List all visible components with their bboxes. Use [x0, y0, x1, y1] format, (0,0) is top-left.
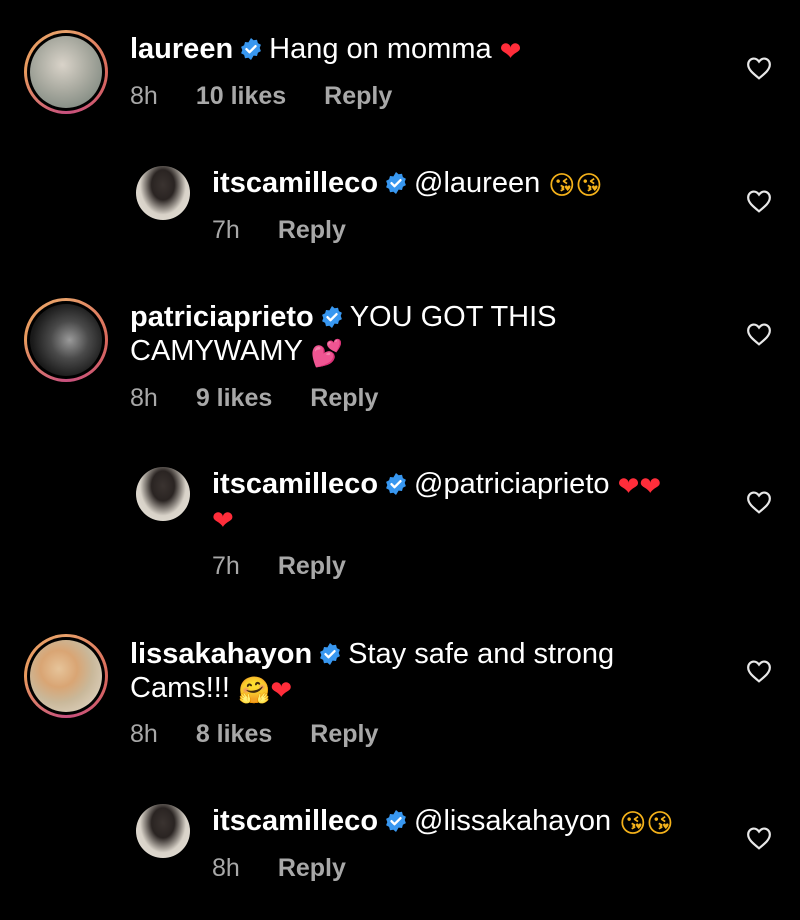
- kiss-emoji: 😘: [619, 809, 647, 839]
- comment-body: patriciaprieto YOU GOT THIS CAMYWAMY 💕: [130, 300, 600, 368]
- verified-badge-icon: [386, 473, 406, 495]
- username[interactable]: patriciaprieto: [130, 301, 314, 333]
- comment-body: itscamilleco @patriciaprieto ❤❤ ❤: [212, 467, 712, 535]
- reply-button[interactable]: Reply: [324, 82, 392, 111]
- comment-meta: 8h Reply: [212, 854, 384, 883]
- heart-outline-icon[interactable]: [746, 490, 772, 514]
- comment-body: itscamilleco @laureen 😘😘: [212, 166, 692, 200]
- comment-text: Hang on momma: [269, 33, 492, 65]
- two-hearts-emoji: 💕: [310, 339, 343, 369]
- comment-meta: 8h 8 likes Reply: [130, 720, 416, 749]
- heart-emoji: ❤: [639, 472, 662, 502]
- avatar[interactable]: [136, 467, 190, 521]
- comment-time: 7h: [212, 552, 240, 580]
- comment-time: 8h: [212, 854, 240, 882]
- hugging-face-emoji: 🤗: [237, 676, 271, 706]
- username[interactable]: laureen: [130, 33, 233, 65]
- username[interactable]: lissakahayon: [130, 638, 312, 670]
- reply-button[interactable]: Reply: [278, 854, 346, 883]
- comment-time: 7h: [212, 216, 240, 244]
- avatar: [30, 36, 102, 108]
- verified-badge-icon: [241, 38, 262, 60]
- heart-emoji: ❤: [499, 37, 522, 67]
- comment-time: 8h: [130, 384, 158, 412]
- heart-outline-icon[interactable]: [746, 189, 772, 213]
- verified-badge-icon: [321, 306, 342, 328]
- verified-badge-icon: [386, 810, 406, 832]
- comment-meta: 7h Reply: [212, 552, 384, 581]
- kiss-emoji: 😘: [548, 171, 576, 201]
- avatar[interactable]: [136, 804, 190, 858]
- verified-badge-icon: [320, 643, 341, 665]
- likes-count[interactable]: 10 likes: [196, 82, 286, 111]
- avatar: [30, 640, 102, 712]
- username[interactable]: itscamilleco: [212, 167, 378, 199]
- reply-button[interactable]: Reply: [278, 552, 346, 581]
- heart-outline-icon[interactable]: [746, 322, 772, 346]
- comment-body: lissakahayon Stay safe and strong Cams!!!…: [130, 637, 650, 705]
- kiss-emoji: 😘: [646, 809, 674, 839]
- avatar-story-ring[interactable]: [24, 298, 108, 382]
- comment-time: 8h: [130, 82, 158, 110]
- reply-button[interactable]: Reply: [278, 216, 346, 245]
- heart-emoji: ❤: [270, 676, 293, 706]
- reply-button[interactable]: Reply: [310, 384, 378, 413]
- kiss-emoji: 😘: [575, 171, 603, 201]
- heart-outline-icon[interactable]: [746, 659, 772, 683]
- heart-outline-icon[interactable]: [746, 826, 772, 850]
- comment-meta: 8h 9 likes Reply: [130, 384, 416, 413]
- mention-link[interactable]: @lissakahayon: [414, 805, 611, 837]
- comment-body: laureen Hang on momma ❤: [130, 32, 690, 66]
- verified-badge-icon: [386, 172, 406, 194]
- heart-emoji: ❤: [617, 472, 640, 502]
- mention-link[interactable]: @patriciaprieto: [414, 468, 609, 500]
- heart-outline-icon[interactable]: [746, 56, 772, 80]
- likes-count[interactable]: 8 likes: [196, 720, 272, 749]
- username[interactable]: itscamilleco: [212, 468, 378, 500]
- reply-button[interactable]: Reply: [310, 720, 378, 749]
- comment-body: itscamilleco @lissakahayon 😘😘: [212, 804, 712, 838]
- avatar-story-ring[interactable]: [24, 30, 108, 114]
- likes-count[interactable]: 9 likes: [196, 384, 272, 413]
- username[interactable]: itscamilleco: [212, 805, 378, 837]
- mention-link[interactable]: @laureen: [414, 167, 540, 199]
- avatar: [30, 304, 102, 376]
- comment-meta: 8h 10 likes Reply: [130, 82, 430, 111]
- comment-meta: 7h Reply: [212, 216, 384, 245]
- comment-time: 8h: [130, 720, 158, 748]
- avatar[interactable]: [136, 166, 190, 220]
- avatar-story-ring[interactable]: [24, 634, 108, 718]
- heart-emoji: ❤: [212, 506, 234, 536]
